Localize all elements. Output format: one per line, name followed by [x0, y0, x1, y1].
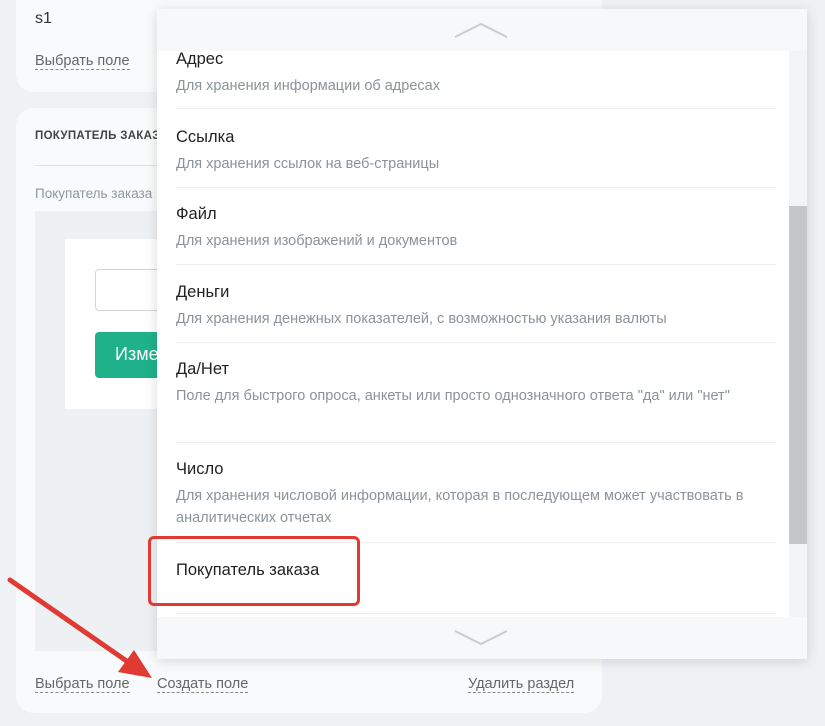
menu-item-money[interactable]: Деньги Для хранения денежных показателей… — [176, 282, 776, 343]
preview-edit-button[interactable]: Изменить — [95, 332, 165, 378]
preview-form — [65, 239, 165, 409]
chevron-up-icon — [454, 22, 508, 38]
menu-item-description: Для хранения изображений и документов — [176, 233, 458, 249]
menu-item-title: Адрес — [176, 51, 224, 68]
menu-item-title: Число — [176, 460, 224, 478]
choose-field-link-top[interactable]: Выбрать поле — [35, 53, 130, 70]
scroll-down-button[interactable] — [157, 617, 807, 659]
section-divider — [35, 165, 165, 166]
menu-item-description: Для хранения числовой информации, котора… — [176, 488, 744, 526]
chevron-down-icon — [454, 630, 508, 646]
field-value: s1 — [35, 10, 52, 27]
menu-item-yes-no[interactable]: Да/Нет Поле для быстрого опроса, анкеты … — [176, 359, 776, 443]
menu-item-description: Для хранения информации об адресах — [176, 78, 440, 94]
field-type-list: Адрес Для хранения информации об адресах… — [157, 51, 789, 617]
menu-item-link[interactable]: Ссылка Для хранения ссылок на веб-страни… — [176, 127, 776, 188]
menu-item-title: Файл — [176, 205, 217, 223]
preview-input[interactable] — [95, 269, 165, 311]
section-subtitle: Покупатель заказа — [35, 186, 153, 201]
menu-item-file[interactable]: Файл Для хранения изображений и документ… — [176, 204, 776, 265]
menu-item-title: Деньги — [176, 283, 230, 301]
menu-item-description: Поле для быстрого опроса, анкеты или про… — [176, 388, 730, 404]
red-arrow-icon — [7, 577, 152, 678]
menu-item-title: Да/Нет — [176, 360, 230, 378]
menu-item-description: Для хранения ссылок на веб-страницы — [176, 156, 440, 172]
menu-item-description: Для хранения денежных показателей, с воз… — [176, 311, 667, 327]
menu-item-address[interactable]: Адрес Для хранения информации об адресах — [176, 51, 776, 109]
delete-section-link[interactable]: Удалить раздел — [468, 676, 575, 693]
scroll-up-button[interactable] — [157, 9, 807, 51]
menu-item-title: Ссылка — [176, 128, 235, 146]
menu-item-number[interactable]: Число Для хранения числовой информации, … — [176, 459, 776, 543]
section-title: ПОКУПАТЕЛЬ ЗАКАЗА — [35, 130, 165, 142]
scrollbar-thumb[interactable] — [789, 206, 807, 544]
